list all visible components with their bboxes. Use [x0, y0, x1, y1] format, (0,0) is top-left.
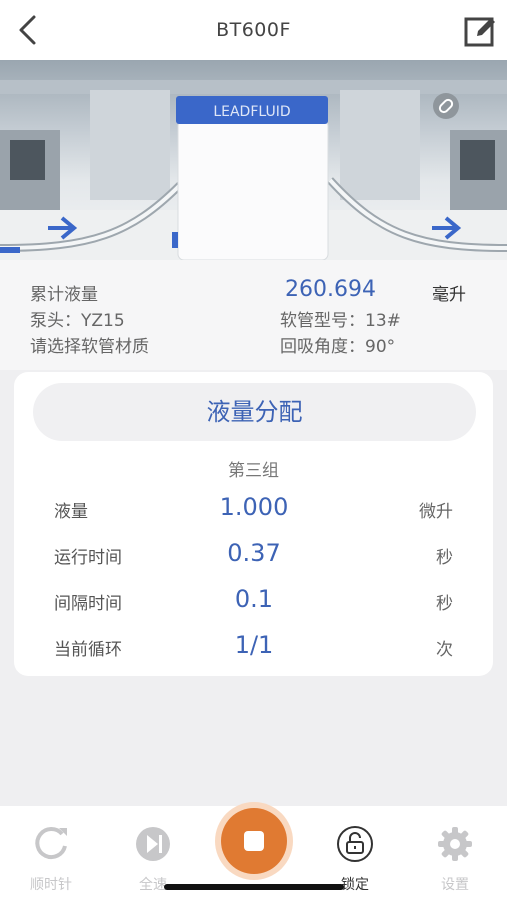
- param-label: 运行时间: [54, 548, 122, 568]
- param-row-run-time[interactable]: 运行时间 0.37 秒: [14, 539, 493, 571]
- param-row-volume[interactable]: 液量 1.000 微升: [14, 493, 493, 525]
- param-unit: 次: [436, 640, 453, 660]
- pump-head-text: 泵头：YZ15: [30, 311, 125, 331]
- param-row-interval-time[interactable]: 间隔时间 0.1 秒: [14, 585, 493, 617]
- header-bar: BT600F: [0, 0, 507, 60]
- param-row-current-cycle[interactable]: 当前循环 1/1 次: [14, 631, 493, 663]
- param-value[interactable]: 0.37: [154, 539, 354, 567]
- dispense-mode-button[interactable]: 液量分配: [33, 383, 476, 441]
- page-title: BT600F: [216, 19, 291, 41]
- param-value[interactable]: 0.1: [154, 585, 354, 613]
- rotate-clockwise-icon: [35, 827, 67, 860]
- settings-label: 设置: [441, 877, 469, 893]
- edit-icon[interactable]: [463, 14, 497, 48]
- pump-illustration: LEADFLUID: [0, 60, 507, 260]
- settings-button[interactable]: 设置: [415, 824, 495, 894]
- link-icon[interactable]: [433, 93, 459, 119]
- tube-model-text: 软管型号：13#: [280, 311, 401, 331]
- param-value[interactable]: 1.000: [154, 493, 354, 521]
- clockwise-label: 顺时针: [30, 877, 72, 893]
- stop-icon: [244, 831, 264, 851]
- gear-icon: [438, 827, 472, 861]
- fast-forward-icon: [136, 827, 170, 861]
- home-indicator[interactable]: [164, 884, 344, 890]
- dispense-card: 液量分配 第三组 液量 1.000 微升 运行时间 0.37 秒 间隔时间 0.…: [14, 372, 493, 676]
- unlock-icon: [337, 826, 373, 862]
- cumulative-volume-value: 260.694: [285, 277, 376, 302]
- param-label: 间隔时间: [54, 594, 122, 614]
- tube-material-select[interactable]: 请选择软管材质: [30, 332, 149, 357]
- param-unit: 秒: [436, 594, 453, 614]
- param-label: 当前循环: [54, 640, 122, 660]
- cumulative-volume-label: 累计液量: [30, 285, 98, 305]
- stop-button[interactable]: [215, 802, 293, 880]
- param-value[interactable]: 1/1: [154, 631, 354, 659]
- stop-button-core: [221, 808, 287, 874]
- cumulative-volume-unit: 毫升: [432, 285, 466, 305]
- param-unit: 秒: [436, 548, 453, 568]
- clockwise-button[interactable]: 顺时针: [11, 824, 91, 894]
- suckback-angle-text: 回吸角度：90°: [280, 337, 396, 357]
- param-unit: 微升: [419, 502, 453, 522]
- brand-logo: LEADFLUID: [213, 104, 290, 120]
- param-label: 液量: [54, 502, 88, 522]
- group-title: 第三组: [228, 461, 279, 481]
- info-section: 累计液量 260.694 毫升 泵头：YZ15 软管型号：13# 请选择软管材质…: [0, 260, 507, 370]
